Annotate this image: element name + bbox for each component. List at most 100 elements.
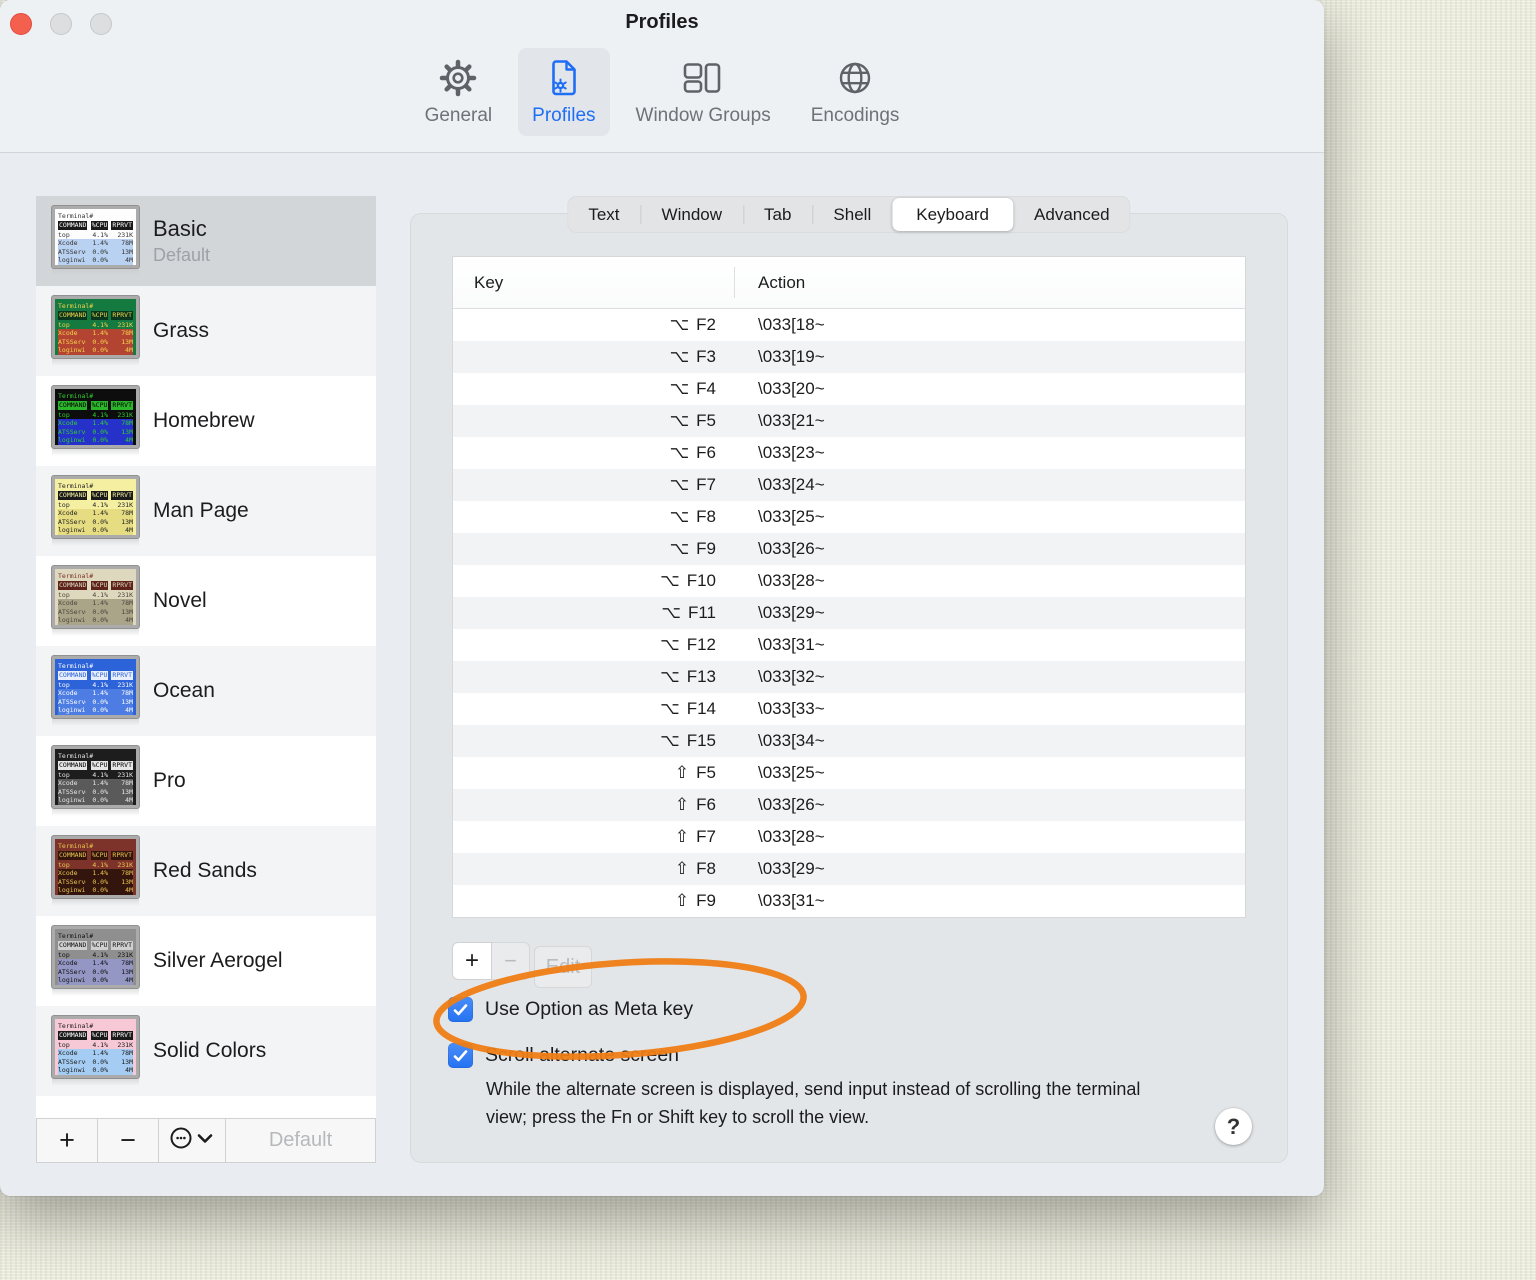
scroll-alternate-screen-checkbox[interactable]: Scroll alternate screen [448, 1043, 679, 1068]
tab-tab[interactable]: Tab [743, 196, 812, 233]
shift-key-icon: ⇧ [674, 891, 690, 911]
profile-name: Basic [153, 216, 207, 241]
profile-thumbnail: Terminal# COMMAND %CPU RPRVT top 4.1% 231K X… [52, 206, 139, 276]
add-profile-button[interactable]: + [37, 1119, 98, 1162]
keymap-key: ⌥ F3 [669, 347, 716, 367]
set-default-button[interactable]: Default [226, 1119, 375, 1162]
shift-key-icon: ⇧ [674, 827, 690, 847]
keymap-action: \033[33~ [758, 699, 825, 718]
toolbar-label-general: General [424, 105, 493, 126]
keymap-row-option-f12[interactable]: ⌥ F12 \033[31~ [453, 629, 1245, 661]
toolbar-item-encodings[interactable]: Encodings [797, 48, 914, 136]
tab-advanced[interactable]: Advanced [1013, 196, 1131, 233]
profile-item-homebrew[interactable]: Terminal# COMMAND %CPU RPRVT top 4.1% 231K X… [36, 376, 376, 466]
keymap-row-shift-f7[interactable]: ⇧ F7 \033[28~ [453, 821, 1245, 853]
option-key-icon: ⌥ [669, 443, 690, 463]
keymap-row-shift-f9[interactable]: ⇧ F9 \033[31~ [453, 885, 1245, 917]
keymap-row-option-f13[interactable]: ⌥ F13 \033[32~ [453, 661, 1245, 693]
keymap-action: \033[24~ [758, 475, 825, 494]
use-option-as-meta-key-checkbox[interactable]: Use Option as Meta key [448, 997, 693, 1022]
remove-profile-button[interactable]: − [98, 1119, 159, 1162]
keymap-action: \033[28~ [758, 571, 825, 590]
keymap-key: ⇧ F5 [674, 763, 716, 783]
profile-thumbnail: Terminal# COMMAND %CPU RPRVT top 4.1% 231K X… [52, 386, 139, 456]
keymap-key: ⌥ F12 [660, 635, 716, 655]
profile-list: Terminal# COMMAND %CPU RPRVT top 4.1% 231K X… [36, 196, 376, 1096]
profile-thumbnail: Terminal# COMMAND %CPU RPRVT top 4.1% 231K X… [52, 296, 139, 366]
keymap-row-option-f11[interactable]: ⌥ F11 \033[29~ [453, 597, 1245, 629]
option-key-icon: ⌥ [660, 635, 680, 655]
scroll-alternate-screen-label: Scroll alternate screen [485, 1044, 680, 1066]
toolbar-label-encodings: Encodings [810, 105, 900, 126]
keymap-row-option-f7[interactable]: ⌥ F7 \033[24~ [453, 469, 1245, 501]
keymap-row-option-f15[interactable]: ⌥ F15 \033[34~ [453, 725, 1245, 757]
keymap-row-shift-f6[interactable]: ⇧ F6 \033[26~ [453, 789, 1245, 821]
keymap-action: \033[29~ [758, 603, 825, 622]
keymap-key: ⌥ F8 [669, 507, 716, 527]
profile-thumbnail: Terminal# COMMAND %CPU RPRVT top 4.1% 231K X… [52, 656, 139, 726]
option-key-icon: ⌥ [660, 699, 680, 719]
keymap-row-option-f8[interactable]: ⌥ F8 \033[25~ [453, 501, 1245, 533]
window-chrome: Profiles General Profiles Window Groups … [0, 0, 1324, 153]
more-options-button[interactable] [159, 1119, 226, 1162]
checkbox-checked-icon [448, 997, 473, 1022]
keymap-row-option-f10[interactable]: ⌥ F10 \033[28~ [453, 565, 1245, 597]
toolbar-item-profiles[interactable]: Profiles [518, 48, 610, 136]
profile-item-basic[interactable]: Terminal# COMMAND %CPU RPRVT top 4.1% 231K X… [36, 196, 376, 286]
toolbar-item-general[interactable]: General [411, 48, 507, 136]
profile-item-man-page[interactable]: Terminal# COMMAND %CPU RPRVT top 4.1% 231K X… [36, 466, 376, 556]
toolbar-item-window-groups[interactable]: Window Groups [622, 48, 785, 136]
column-header-action: Action [758, 272, 806, 292]
keymap-key: ⌥ F5 [669, 411, 716, 431]
toolbar-label-window-groups: Window Groups [635, 105, 771, 126]
keymap-key: ⌥ F9 [669, 539, 716, 559]
tab-shell[interactable]: Shell [812, 196, 892, 233]
profile-name: Solid Colors [153, 1039, 267, 1062]
keymap-buttons: + − Edit [452, 942, 592, 988]
keymap-row-option-f3[interactable]: ⌥ F3 \033[19~ [453, 341, 1245, 373]
keymap-row-option-f2[interactable]: ⌥ F2 \033[18~ [453, 309, 1245, 341]
add-keymap-button[interactable]: + [452, 942, 492, 980]
help-button[interactable]: ? [1215, 1108, 1252, 1145]
keymap-row-option-f5[interactable]: ⌥ F5 \033[21~ [453, 405, 1245, 437]
profile-item-solid-colors[interactable]: Terminal# COMMAND %CPU RPRVT top 4.1% 231K X… [36, 1006, 376, 1096]
profile-name: Grass [153, 319, 210, 342]
profile-item-grass[interactable]: Terminal# COMMAND %CPU RPRVT top 4.1% 231K X… [36, 286, 376, 376]
keymap-row-option-f4[interactable]: ⌥ F4 \033[20~ [453, 373, 1245, 405]
profile-meta: Basic Default [153, 216, 210, 266]
shift-key-icon: ⇧ [674, 763, 690, 783]
keymap-key: ⌥ F4 [669, 379, 716, 399]
profile-thumbnail: Terminal# COMMAND %CPU RPRVT top 4.1% 231K X… [52, 746, 139, 816]
tab-window[interactable]: Window [640, 196, 743, 233]
remove-keymap-button[interactable]: − [492, 942, 530, 980]
profile-item-silver-aerogel[interactable]: Terminal# COMMAND %CPU RPRVT top 4.1% 231K X… [36, 916, 376, 1006]
profile-item-novel[interactable]: Terminal# COMMAND %CPU RPRVT top 4.1% 231K X… [36, 556, 376, 646]
profile-item-pro[interactable]: Terminal# COMMAND %CPU RPRVT top 4.1% 231K X… [36, 736, 376, 826]
profile-item-red-sands[interactable]: Terminal# COMMAND %CPU RPRVT top 4.1% 231K X… [36, 826, 376, 916]
profile-meta: Grass [153, 319, 209, 343]
profile-sidebar: Terminal# COMMAND %CPU RPRVT top 4.1% 231K X… [36, 196, 376, 1163]
profile-meta: Ocean [153, 679, 215, 703]
keymap-row-option-f14[interactable]: ⌥ F14 \033[33~ [453, 693, 1245, 725]
profile-item-ocean[interactable]: Terminal# COMMAND %CPU RPRVT top 4.1% 231K X… [36, 646, 376, 736]
keymap-table-header: Key Action [453, 257, 1245, 309]
tab-keyboard[interactable]: Keyboard [892, 198, 1014, 231]
option-key-icon: ⌥ [669, 507, 690, 527]
keymap-row-option-f9[interactable]: ⌥ F9 \033[26~ [453, 533, 1245, 565]
keymap-row-option-f6[interactable]: ⌥ F6 \033[23~ [453, 437, 1245, 469]
tab-text[interactable]: Text [567, 196, 640, 233]
shift-key-icon: ⇧ [674, 859, 690, 879]
keymap-action: \033[26~ [758, 795, 825, 814]
keymap-action: \033[21~ [758, 411, 825, 430]
keymap-action: \033[23~ [758, 443, 825, 462]
use-option-as-meta-key-label: Use Option as Meta key [485, 998, 694, 1020]
keymap-action: \033[26~ [758, 539, 825, 558]
keymap-row-shift-f8[interactable]: ⇧ F8 \033[29~ [453, 853, 1245, 885]
profile-name: Pro [153, 769, 186, 792]
keymap-key: ⌥ F14 [660, 699, 716, 719]
keymap-action: \033[18~ [758, 315, 825, 334]
preferences-toolbar: General Profiles Window Groups Encodings [0, 48, 1324, 136]
keymap-row-shift-f5[interactable]: ⇧ F5 \033[25~ [453, 757, 1245, 789]
edit-keymap-button[interactable]: Edit [534, 946, 592, 988]
keymap-key: ⌥ F10 [660, 571, 716, 591]
